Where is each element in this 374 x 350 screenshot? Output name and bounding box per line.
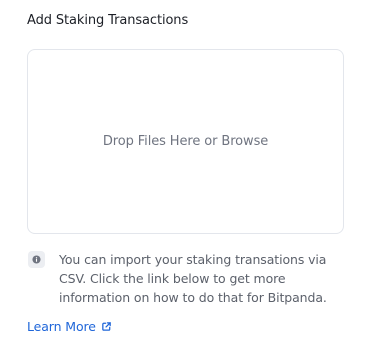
info-icon [28, 251, 45, 268]
learn-more-link[interactable]: Learn More [27, 319, 112, 334]
dropzone-label: Drop Files Here or Browse [102, 134, 269, 149]
learn-more-label: Learn More [27, 319, 96, 334]
staking-import-panel: Add Staking Transactions Drop Files Here… [0, 0, 374, 350]
external-link-icon [101, 321, 112, 332]
info-message: You can import your staking transations … [59, 252, 327, 305]
section-title: Add Staking Transactions [27, 13, 189, 28]
file-dropzone[interactable]: Drop Files Here or Browse [27, 49, 344, 234]
